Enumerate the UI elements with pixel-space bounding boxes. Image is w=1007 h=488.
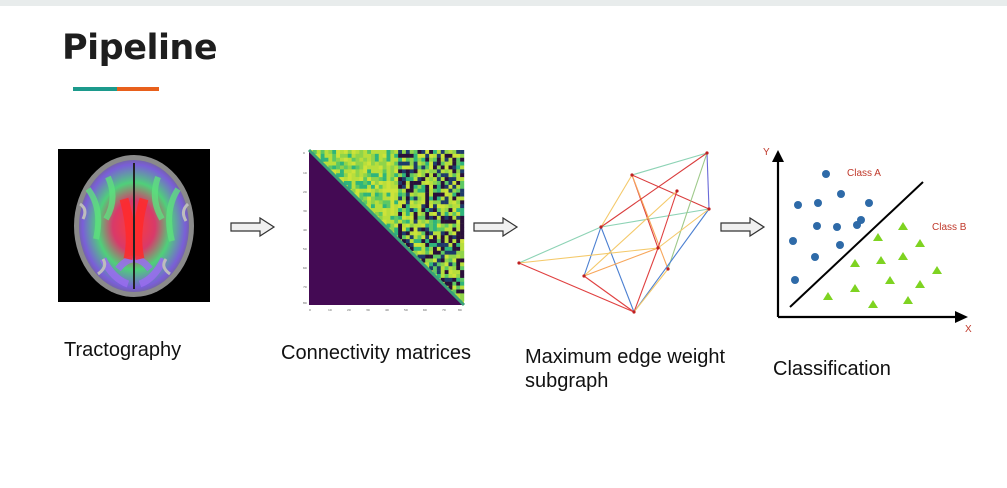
step-label-connectivity: Connectivity matrices bbox=[281, 342, 472, 364]
svg-text:70: 70 bbox=[442, 308, 446, 312]
svg-text:10: 10 bbox=[328, 308, 332, 312]
classification-scatter-plot: Y X Class A Class B bbox=[763, 147, 972, 335]
weighted-graph bbox=[517, 151, 711, 314]
right-arrow-icon bbox=[230, 216, 276, 238]
svg-text:50: 50 bbox=[404, 308, 408, 312]
svg-text:80: 80 bbox=[458, 308, 462, 312]
svg-text:80: 80 bbox=[303, 301, 307, 305]
class-a-label: Class A bbox=[847, 168, 881, 179]
svg-text:30: 30 bbox=[366, 308, 370, 312]
title-underline-orange bbox=[117, 87, 159, 91]
step-label-subgraph: Maximum edge weight subgraph bbox=[525, 346, 726, 392]
step-label-classification: Classification bbox=[773, 358, 891, 380]
svg-text:60: 60 bbox=[303, 266, 307, 270]
y-axis-label: Y bbox=[763, 147, 770, 158]
svg-text:60: 60 bbox=[423, 308, 427, 312]
svg-text:40: 40 bbox=[303, 228, 307, 232]
svg-text:30: 30 bbox=[303, 209, 307, 213]
svg-text:50: 50 bbox=[303, 247, 307, 251]
step-label-tractography: Tractography bbox=[64, 339, 182, 361]
x-axis-label: X bbox=[965, 324, 972, 335]
page-title: Pipeline bbox=[62, 28, 218, 68]
svg-text:0: 0 bbox=[309, 308, 311, 312]
svg-text:20: 20 bbox=[347, 308, 351, 312]
connectivity-matrix-heatmap: 0 10 20 30 40 50 60 70 80 0 10 20 30 40 50 60 70 80 bbox=[303, 148, 466, 312]
svg-text:40: 40 bbox=[385, 308, 389, 312]
class-b-label: Class B bbox=[932, 222, 967, 233]
svg-text:20: 20 bbox=[303, 190, 307, 194]
svg-text:0: 0 bbox=[303, 151, 305, 155]
title-underline-teal bbox=[73, 87, 117, 91]
brain-tractography-image bbox=[58, 149, 210, 302]
top-bar bbox=[0, 0, 1007, 6]
svg-text:10: 10 bbox=[303, 171, 307, 175]
svg-text:70: 70 bbox=[303, 285, 307, 289]
